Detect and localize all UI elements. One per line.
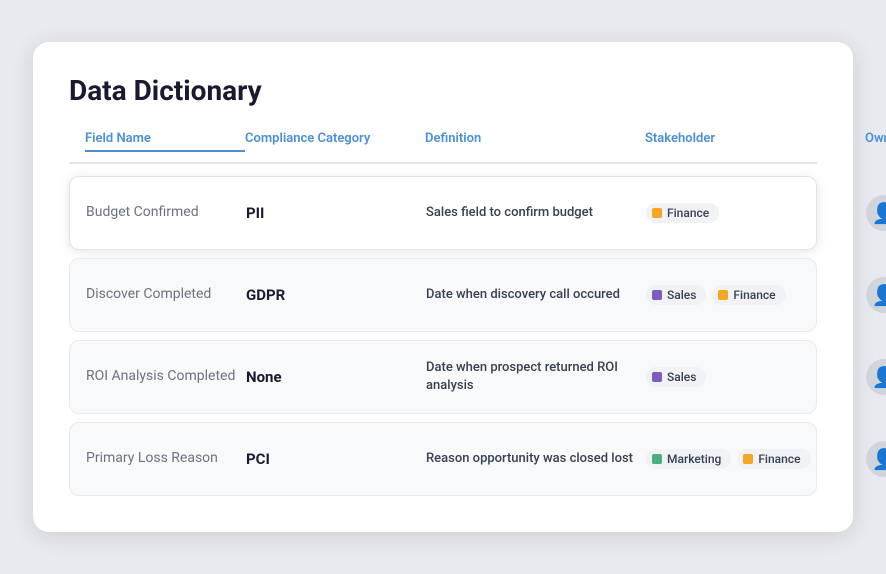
owner-cell: 👤: [866, 441, 886, 477]
user-icon: 👤: [872, 283, 886, 307]
definition-cell: Date when prospect returned ROI analysis: [426, 359, 646, 395]
stakeholder-cell: Sales Finance: [646, 285, 866, 305]
table-row[interactable]: Budget ConfirmedPIISales field to confir…: [69, 176, 817, 250]
compliance-cell: GDPR: [246, 286, 426, 304]
stakeholder-label: Finance: [667, 206, 709, 220]
field-name-cell: ROI Analysis Completed: [86, 367, 246, 387]
definition-cell: Sales field to confirm budget: [426, 204, 646, 222]
table-header: Field Name Compliance Category Definitio…: [69, 131, 817, 164]
tag-dot: [652, 290, 662, 300]
col-header-definition[interactable]: Definition: [425, 131, 645, 152]
tag-dot: [743, 454, 753, 464]
stakeholder-tag: Finance: [646, 203, 719, 223]
table-row[interactable]: ROI Analysis CompletedNoneDate when pros…: [69, 340, 817, 414]
page-title: Data Dictionary: [69, 74, 817, 107]
user-icon: 👤: [872, 365, 886, 389]
stakeholder-label: Sales: [667, 370, 696, 384]
tag-dot: [652, 372, 662, 382]
avatar: 👤: [866, 441, 886, 477]
stakeholder-cell: Marketing Finance: [646, 449, 866, 469]
col-header-stakeholder[interactable]: Stakeholder: [645, 131, 865, 152]
tag-dot: [718, 290, 728, 300]
stakeholder-tag: Finance: [737, 449, 810, 469]
stakeholder-tag: Marketing: [646, 449, 731, 469]
col-header-field-name[interactable]: Field Name: [85, 131, 245, 152]
table-row[interactable]: Discover CompletedGDPRDate when discover…: [69, 258, 817, 332]
table-row[interactable]: Primary Loss ReasonPCIReason opportunity…: [69, 422, 817, 496]
avatar: 👤: [866, 195, 886, 231]
col-header-owner[interactable]: Owner: [865, 131, 886, 152]
stakeholder-tag: Finance: [712, 285, 785, 305]
col-header-compliance[interactable]: Compliance Category: [245, 131, 425, 152]
stakeholder-cell: Sales: [646, 367, 866, 387]
stakeholder-label: Finance: [758, 452, 800, 466]
tag-dot: [652, 454, 662, 464]
tag-dot: [652, 208, 662, 218]
owner-cell: 👤: [866, 195, 886, 231]
field-name-cell: Budget Confirmed: [86, 203, 246, 223]
stakeholder-label: Finance: [733, 288, 775, 302]
field-name-cell: Primary Loss Reason: [86, 449, 246, 469]
owner-cell: 👤: [866, 359, 886, 395]
avatar: 👤: [866, 277, 886, 313]
compliance-cell: PII: [246, 204, 426, 222]
user-icon: 👤: [872, 447, 886, 471]
stakeholder-tag: Sales: [646, 367, 706, 387]
definition-cell: Date when discovery call occured: [426, 286, 646, 304]
user-icon: 👤: [872, 201, 886, 225]
avatar: 👤: [866, 359, 886, 395]
stakeholder-label: Sales: [667, 288, 696, 302]
stakeholder-label: Marketing: [667, 452, 721, 466]
data-dictionary-card: Data Dictionary Field Name Compliance Ca…: [33, 42, 853, 532]
table-body: Budget ConfirmedPIISales field to confir…: [69, 176, 817, 496]
definition-cell: Reason opportunity was closed lost: [426, 450, 646, 468]
field-name-cell: Discover Completed: [86, 285, 246, 305]
compliance-cell: None: [246, 368, 426, 386]
compliance-cell: PCI: [246, 450, 426, 468]
stakeholder-tag: Sales: [646, 285, 706, 305]
owner-cell: 👤: [866, 277, 886, 313]
stakeholder-cell: Finance: [646, 203, 866, 223]
